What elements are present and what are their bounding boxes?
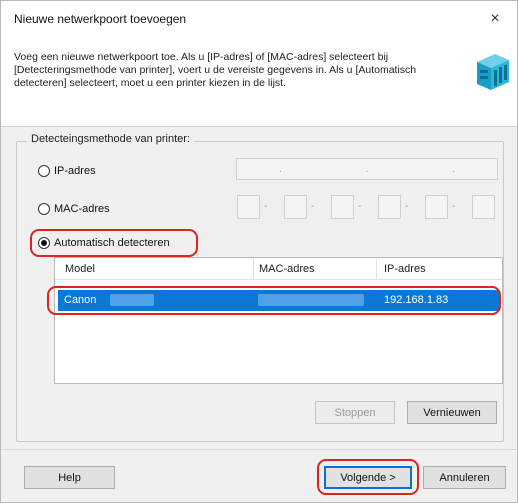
ip-address-radio[interactable] — [38, 165, 50, 177]
printer-row[interactable]: Canon 192.168.1.83 — [58, 290, 499, 311]
column-header-ip[interactable]: IP-adres — [384, 263, 426, 275]
printer-list-header: Model MAC-adres IP-adres — [55, 258, 502, 280]
dialog-title: Nieuwe netwerkpoort toevoegen — [14, 12, 187, 26]
mac-field-1 — [237, 195, 260, 219]
mac-field-5 — [425, 195, 448, 219]
mac-address-label: MAC-adres — [54, 203, 110, 215]
ip-address-label: IP-adres — [54, 165, 96, 177]
mac-field-2 — [284, 195, 307, 219]
stop-button[interactable]: Stoppen — [315, 401, 395, 424]
footer-separator — [1, 449, 517, 450]
auto-detect-radio[interactable] — [38, 237, 50, 249]
mac-separator: - — [405, 201, 409, 212]
mac-address-radio[interactable] — [38, 203, 50, 215]
printer-ip: 192.168.1.83 — [384, 294, 449, 306]
header-panel: Voeg een nieuwe netwerkpoort toe. Als u … — [1, 39, 517, 127]
ip-separator: . — [278, 163, 282, 175]
mac-field-4 — [378, 195, 401, 219]
close-button[interactable]: × — [483, 7, 507, 31]
printer-model: Canon — [64, 294, 97, 306]
detection-method-label: Detecteingsmethode van printer: — [27, 133, 194, 145]
redacted-model-name — [110, 294, 154, 306]
ip-separator: . — [452, 163, 456, 175]
mac-field-6 — [472, 195, 495, 219]
ip-separator: . — [365, 163, 369, 175]
auto-detect-label: Automatisch detecteren — [54, 237, 170, 249]
column-divider — [253, 258, 254, 280]
printer-icon — [477, 54, 509, 90]
column-header-model[interactable]: Model — [65, 263, 95, 275]
ip-address-option[interactable]: IP-adres — [38, 163, 96, 179]
dialog-description: Voeg een nieuwe netwerkpoort toe. Als u … — [14, 51, 417, 89]
help-button[interactable]: Help — [24, 466, 115, 489]
mac-address-option[interactable]: MAC-adres — [38, 201, 110, 217]
column-divider — [376, 258, 377, 280]
refresh-button[interactable]: Vernieuwen — [407, 401, 497, 424]
column-header-mac[interactable]: MAC-adres — [259, 263, 315, 275]
cancel-button[interactable]: Annuleren — [423, 466, 506, 489]
add-network-port-dialog: Nieuwe netwerkpoort toevoegen × Voeg een… — [0, 0, 518, 503]
auto-detect-option[interactable]: Automatisch detecteren — [38, 235, 170, 251]
mac-separator: - — [264, 201, 268, 212]
ip-address-field: . . . — [236, 158, 498, 180]
mac-separator: - — [311, 201, 315, 212]
mac-separator: - — [452, 201, 456, 212]
printer-list[interactable]: Model MAC-adres IP-adres Canon 192.168.1… — [54, 257, 503, 384]
mac-separator: - — [358, 201, 362, 212]
title-bar: Nieuwe netwerkpoort toevoegen × — [1, 1, 517, 39]
redacted-mac-address — [258, 294, 364, 306]
mac-field-3 — [331, 195, 354, 219]
next-button[interactable]: Volgende > — [324, 466, 412, 489]
